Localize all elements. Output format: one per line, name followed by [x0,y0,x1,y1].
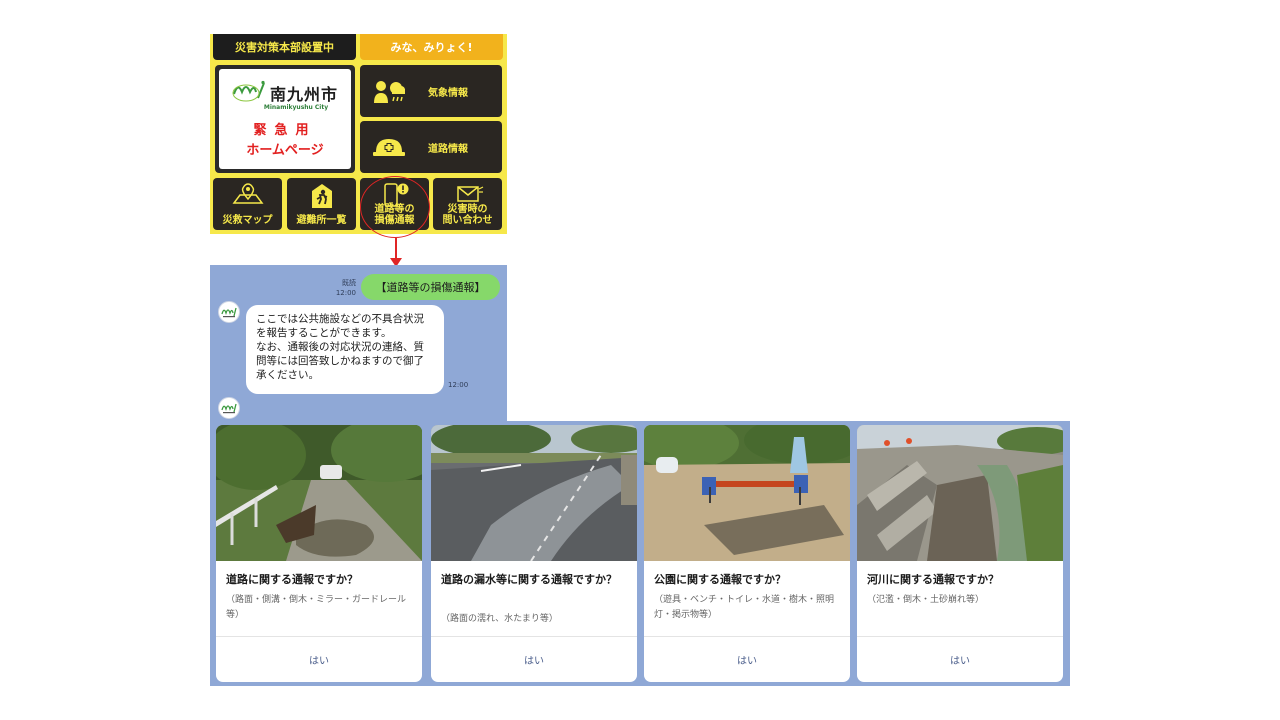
read-status: 既読 [342,279,356,287]
city-logo-icon [221,307,237,318]
shelter-list-button[interactable]: 避難所一覧 [287,178,356,230]
sent-time: 12:00 [335,289,356,297]
weather-info-label: 気象情報 [428,87,468,99]
received-time: 12:00 [448,381,469,389]
disaster-hq-header: 災害対策本部設置中 [213,34,356,60]
card-title: 公園に関する通報ですか？ [654,573,786,586]
sent-message: 【道路等の損傷通報】 [361,274,500,300]
map-pin-icon [232,183,264,208]
evacuation-icon [310,183,334,212]
card-description: （遊具・ベンチ・トイレ・水道・樹木・照明灯・掲示物等） [654,595,835,620]
highlight-arrow-line [395,238,397,260]
yes-button[interactable]: はい [644,637,850,682]
card-title: 道路の漏水等に関する通報ですか？ [441,573,617,586]
mail-icon [452,183,484,208]
shelter-list-label: 避難所一覧 [296,215,347,226]
damaged-road-photo [216,425,422,561]
yes-button[interactable]: はい [431,637,637,682]
emergency-homepage-button[interactable]: 南九州市 Minamikyushu City 緊急用 ホームページ [215,65,355,173]
road-info-label: 道路情報 [428,143,468,155]
weather-person-icon [372,78,406,104]
slogan-header: みな、みりょく! [360,34,503,60]
road-report-card: 道路に関する通報ですか？ （路面・側溝・倒木・ミラー・ガードレール等） はい [216,425,422,682]
emergency-label: 緊急用 [253,123,317,138]
card-description: （路面の濡れ、水たまり等） [441,614,558,624]
helmet-icon [372,134,406,160]
yes-button[interactable]: はい [216,637,422,682]
bot-avatar [218,301,240,323]
disaster-map-label: 災救マップ [222,215,273,226]
city-logo-icon [232,80,266,106]
highlight-circle [360,176,430,238]
received-message: ここでは公共施設などの不具合状況を報告することができます。 なお、通報後の対応状… [246,305,444,394]
rich-menu: 災害対策本部設置中 みな、みりょく! 南九州市 Minamikyushu Cit… [210,34,507,234]
weather-info-button[interactable]: 気象情報 [360,65,502,117]
city-logo-icon [221,403,237,414]
park-equipment-photo [644,425,850,561]
disaster-map-button[interactable]: 災救マップ [213,178,282,230]
water-leak-road-photo [431,425,637,561]
card-description: （氾濫・倒木・土砂崩れ等） [867,595,985,605]
water-leak-report-card: 道路の漏水等に関する通報ですか？ （路面の濡れ、水たまり等） はい [431,425,637,682]
card-title: 道路に関する通報ですか？ [226,573,358,586]
card-description: （路面・側溝・倒木・ミラー・ガードレール等） [226,595,407,620]
road-info-button[interactable]: 道路情報 [360,121,502,173]
sent-meta: 既読 12:00 [328,278,356,298]
chat-area: 既読 12:00 【道路等の損傷通報】 ここでは公共施設などの不具合状況を報告す… [210,265,507,425]
bot-avatar [218,397,240,419]
yes-button[interactable]: はい [857,637,1063,682]
disaster-inquiry-button[interactable]: 災害時の 問い合わせ [433,178,502,230]
card-title: 河川に関する通報ですか？ [867,573,999,586]
park-report-card: 公園に関する通報ですか？ （遊具・ベンチ・トイレ・水道・樹木・照明灯・掲示物等）… [644,425,850,682]
river-report-card: 河川に関する通報ですか？ （氾濫・倒木・土砂崩れ等） はい [857,425,1063,682]
homepage-label: ホームページ [246,143,324,158]
city-roman-name: Minamikyushu City [263,104,329,111]
city-name: 南九州市 [269,85,338,104]
river-collapse-photo [857,425,1063,561]
